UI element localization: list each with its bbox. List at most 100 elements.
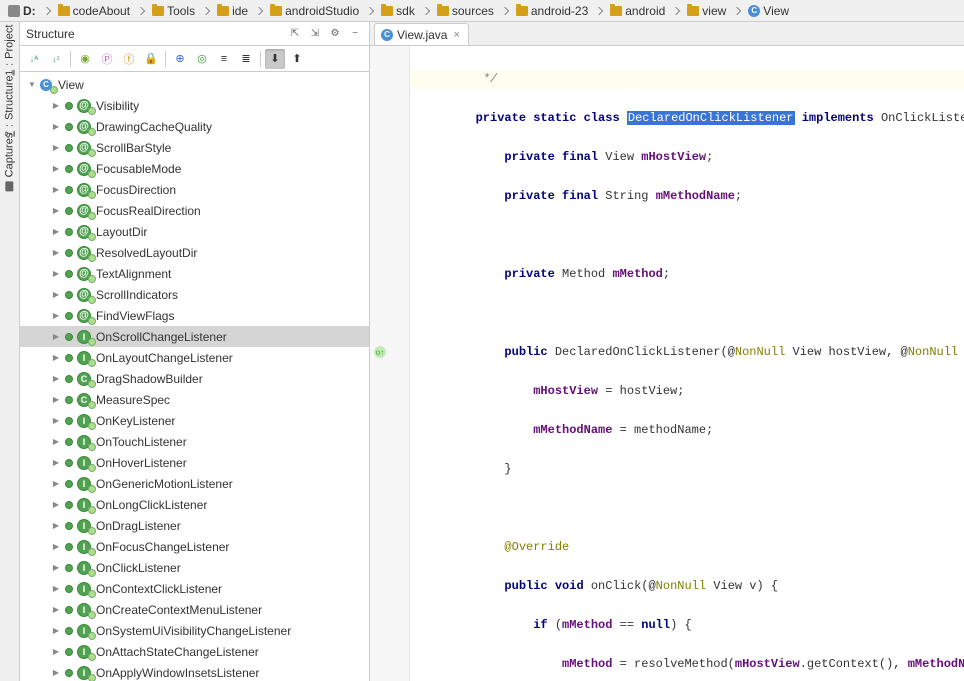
expand-arrow-icon[interactable]	[50, 331, 62, 343]
tree-item[interactable]: IOnGenericMotionListener	[20, 473, 369, 494]
inner-badge-icon	[88, 212, 96, 220]
breadcrumb-item[interactable]: ide	[213, 4, 252, 18]
expand-arrow-icon[interactable]	[50, 247, 62, 259]
visibility-badge-icon	[65, 291, 73, 299]
expand-arrow-icon[interactable]	[26, 79, 38, 91]
expand-arrow-icon[interactable]	[50, 205, 62, 217]
tree-item[interactable]: @FocusableMode	[20, 158, 369, 179]
camera-icon	[6, 181, 14, 191]
expand-arrow-icon[interactable]	[50, 373, 62, 385]
tree-item-label: OnTouchListener	[96, 435, 187, 449]
breadcrumb-item[interactable]: android	[606, 4, 669, 18]
collapse-all-icon[interactable]: ⇱	[287, 26, 303, 42]
breadcrumb-item[interactable]: sources	[433, 4, 498, 18]
autoscroll-from-icon[interactable]: ⬆	[287, 49, 307, 69]
breadcrumb-item[interactable]: android-23	[512, 4, 592, 18]
breadcrumb-item[interactable]: sdk	[377, 4, 419, 18]
tree-item[interactable]: @LayoutDir	[20, 221, 369, 242]
expand-arrow-icon[interactable]	[50, 541, 62, 553]
tree-item[interactable]: @Visibility	[20, 95, 369, 116]
visibility-badge-icon	[65, 186, 73, 194]
expand-arrow-icon[interactable]	[50, 394, 62, 406]
file-tab-view[interactable]: C View.java ×	[374, 23, 469, 45]
filter-fields-icon[interactable]: ⓕ	[119, 49, 139, 69]
breadcrumb-item[interactable]: codeAbout	[54, 4, 134, 18]
expand-arrow-icon[interactable]	[50, 436, 62, 448]
expand-arrow-icon[interactable]	[50, 352, 62, 364]
editor-gutter[interactable]: o↑	[370, 46, 410, 681]
tree-item[interactable]: @ScrollIndicators	[20, 284, 369, 305]
tree-item[interactable]: @TextAlignment	[20, 263, 369, 284]
structure-tree[interactable]: C View @Visibility@DrawingCacheQuality@S…	[20, 72, 369, 681]
visibility-badge-icon	[65, 459, 73, 467]
expand-arrow-icon[interactable]	[50, 562, 62, 574]
folder-icon	[270, 6, 282, 16]
tree-item[interactable]: @ResolvedLayoutDir	[20, 242, 369, 263]
tree-item[interactable]: IOnLongClickListener	[20, 494, 369, 515]
expand-arrow-icon[interactable]	[50, 163, 62, 175]
tree-item[interactable]: @FocusRealDirection	[20, 200, 369, 221]
tree-item[interactable]: IOnKeyListener	[20, 410, 369, 431]
minimize-icon[interactable]: −	[347, 26, 363, 42]
tree-item[interactable]: IOnApplyWindowInsetsListener	[20, 662, 369, 681]
expand-arrow-icon[interactable]	[50, 310, 62, 322]
autoscroll-source-icon[interactable]: ⬇	[265, 49, 285, 69]
expand-arrow-icon[interactable]	[50, 478, 62, 490]
tree-item[interactable]: IOnScrollChangeListener	[20, 326, 369, 347]
override-gutter-icon[interactable]: o↑	[374, 346, 386, 358]
expand-arrow-icon[interactable]	[50, 667, 62, 679]
expand-arrow-icon[interactable]	[50, 415, 62, 427]
breadcrumb-item[interactable]: androidStudio	[266, 4, 363, 18]
filter-properties-icon[interactable]: ◉	[75, 49, 95, 69]
expand-arrow-icon[interactable]	[50, 457, 62, 469]
expand-arrow-icon[interactable]	[50, 289, 62, 301]
rail-tab-captures[interactable]: Captures	[2, 129, 18, 196]
tree-item[interactable]: @FindViewFlags	[20, 305, 369, 326]
sort-visibility-icon[interactable]: ↓ᶻ	[46, 49, 66, 69]
tree-item[interactable]: IOnContextClickListener	[20, 578, 369, 599]
filter-lambda-icon[interactable]: ≡	[214, 49, 234, 69]
filter-inherited-icon[interactable]: ⊕	[170, 49, 190, 69]
filter-anonymous-icon[interactable]: ◎	[192, 49, 212, 69]
breadcrumb-class[interactable]: CView	[744, 4, 793, 18]
expand-arrow-icon[interactable]	[50, 100, 62, 112]
tree-item[interactable]: IOnCreateContextMenuListener	[20, 599, 369, 620]
filter-lock-icon[interactable]: 🔒	[141, 49, 161, 69]
close-icon[interactable]: ×	[451, 29, 461, 41]
tree-item[interactable]: @FocusDirection	[20, 179, 369, 200]
expand-arrow-icon[interactable]	[50, 520, 62, 532]
breadcrumb-item[interactable]: view	[683, 4, 730, 18]
tree-item[interactable]: IOnLayoutChangeListener	[20, 347, 369, 368]
expand-arrow-icon[interactable]	[50, 226, 62, 238]
tree-item[interactable]: CDragShadowBuilder	[20, 368, 369, 389]
expand-all-icon[interactable]: ⇲	[307, 26, 323, 42]
tree-item[interactable]: IOnClickListener	[20, 557, 369, 578]
tree-item[interactable]: IOnHoverListener	[20, 452, 369, 473]
gear-icon[interactable]: ⚙	[327, 26, 343, 42]
tree-item[interactable]: CMeasureSpec	[20, 389, 369, 410]
filter-methods-icon[interactable]: Ⓟ	[97, 49, 117, 69]
tree-item[interactable]: @DrawingCacheQuality	[20, 116, 369, 137]
expand-arrow-icon[interactable]	[50, 646, 62, 658]
expand-arrow-icon[interactable]	[50, 268, 62, 280]
tree-item[interactable]: @ScrollBarStyle	[20, 137, 369, 158]
sort-alpha-icon[interactable]: ↓ᴬ	[24, 49, 44, 69]
tree-item[interactable]: IOnFocusChangeListener	[20, 536, 369, 557]
expand-arrow-icon[interactable]	[50, 583, 62, 595]
tree-item[interactable]: IOnSystemUiVisibilityChangeListener	[20, 620, 369, 641]
tree-item[interactable]: IOnDragListener	[20, 515, 369, 536]
expand-arrow-icon[interactable]	[50, 499, 62, 511]
expand-arrow-icon[interactable]	[50, 121, 62, 133]
tree-item[interactable]: IOnTouchListener	[20, 431, 369, 452]
code-area[interactable]: */ private static class DeclaredOnClickL…	[410, 46, 964, 681]
breadcrumb-disk[interactable]: D:	[4, 4, 40, 18]
expand-arrow-icon[interactable]	[50, 184, 62, 196]
tree-item-label: OnFocusChangeListener	[96, 540, 229, 554]
expand-arrow-icon[interactable]	[50, 625, 62, 637]
expand-arrow-icon[interactable]	[50, 142, 62, 154]
breadcrumb-item[interactable]: Tools	[148, 4, 199, 18]
expand-arrow-icon[interactable]	[50, 604, 62, 616]
tree-item[interactable]: IOnAttachStateChangeListener	[20, 641, 369, 662]
tree-root[interactable]: C View	[20, 74, 369, 95]
filter-non-public-icon[interactable]: ≣	[236, 49, 256, 69]
